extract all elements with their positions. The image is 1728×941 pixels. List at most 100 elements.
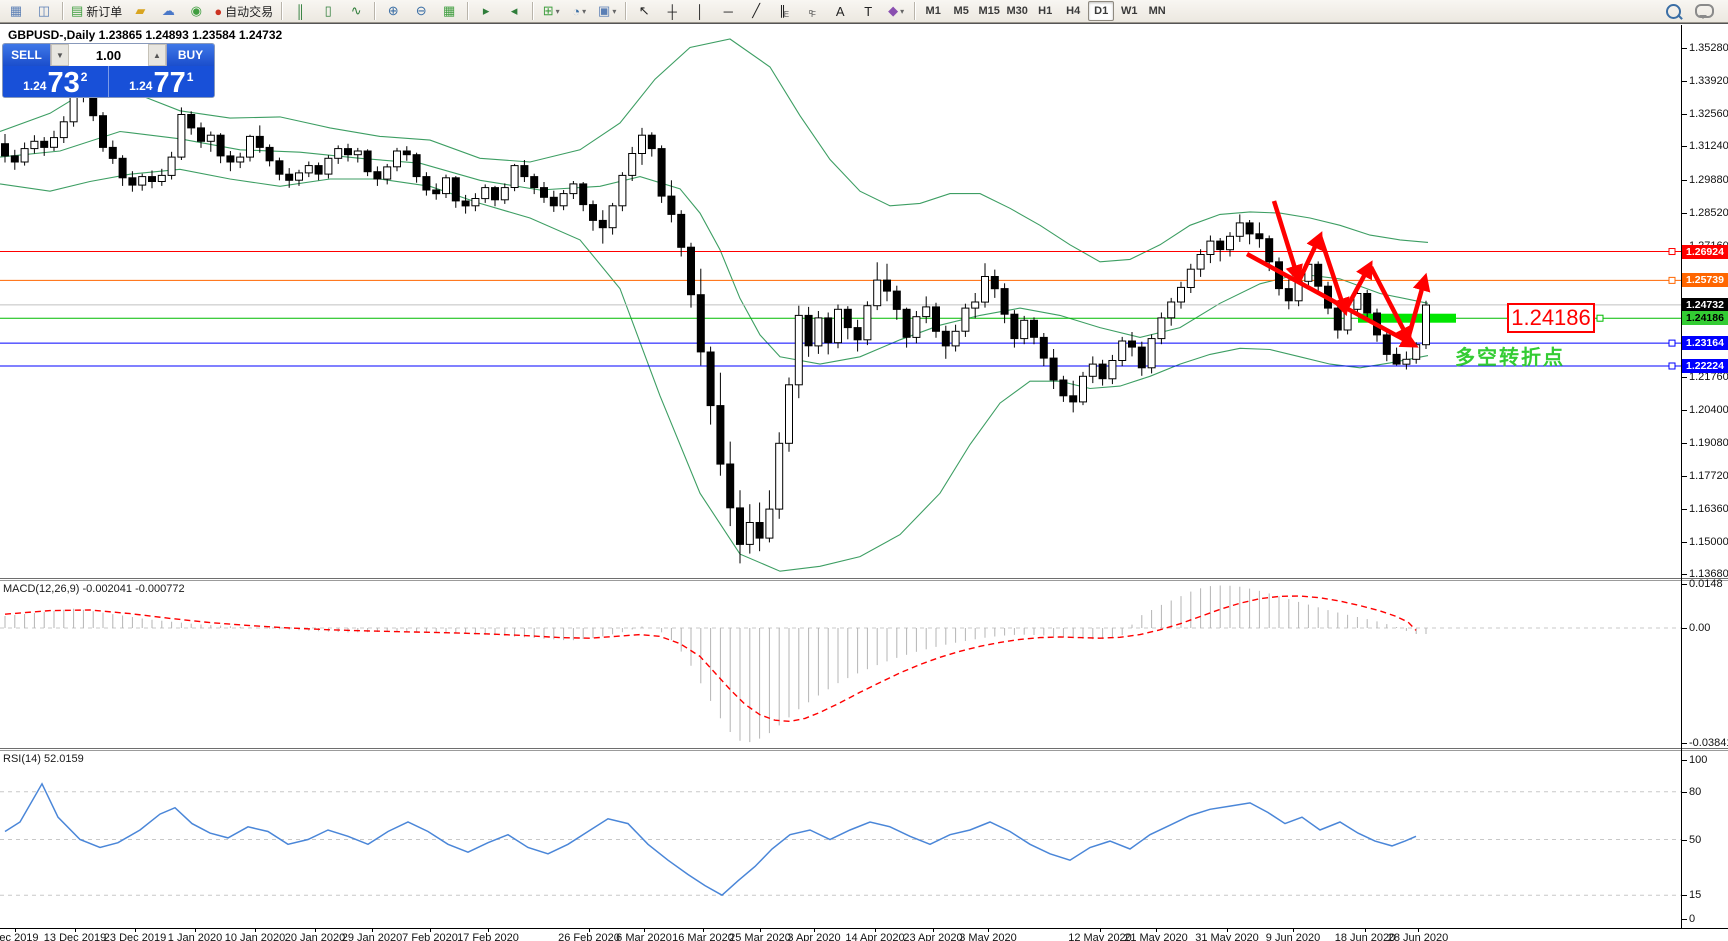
x-axis-label: 3 May 2020 bbox=[959, 932, 1017, 941]
volume-input[interactable]: 1.00 bbox=[69, 44, 148, 66]
x-axis-label: 29 Jan 2020 bbox=[341, 932, 403, 941]
price-annotation-box[interactable]: 1.24186 bbox=[1507, 303, 1595, 333]
x-axis-label: 25 Mar 2020 bbox=[729, 932, 791, 941]
chart-shift-button[interactable]: ◂ bbox=[501, 0, 527, 22]
new-order-button[interactable]: ▤ 新订单 bbox=[68, 0, 125, 22]
indicators-button[interactable]: ⊞ ▾ bbox=[538, 0, 564, 22]
hline-marker[interactable] bbox=[1596, 314, 1604, 322]
candle-body bbox=[412, 154, 421, 178]
candle-body bbox=[530, 176, 539, 189]
x-axis-tick bbox=[255, 928, 256, 932]
turning-point-label[interactable]: 多空转折点 bbox=[1455, 341, 1565, 370]
timeframe-mn[interactable]: MN bbox=[1144, 1, 1170, 21]
bar-chart-mode-button[interactable]: ║ bbox=[287, 0, 313, 22]
community-button[interactable]: ☁ bbox=[155, 0, 181, 22]
x-axis-label: 21 May 2020 bbox=[1124, 932, 1188, 941]
candle-body bbox=[1422, 304, 1430, 346]
periods-dropdown-icon[interactable]: ▾ bbox=[582, 7, 586, 16]
sell-price[interactable]: 1.24 73 2 bbox=[3, 66, 109, 97]
rsi-axis-tick: 15 bbox=[1681, 889, 1702, 902]
autotrading-button[interactable]: ● 自动交易 bbox=[211, 0, 276, 22]
candle-body bbox=[197, 127, 205, 142]
buy-price[interactable]: 1.24 77 1 bbox=[109, 66, 215, 98]
search-icon[interactable] bbox=[1666, 3, 1681, 19]
zoom-in-button[interactable]: ⊕ bbox=[380, 0, 406, 22]
line-chart-mode-button[interactable]: ∿ bbox=[343, 0, 369, 22]
sell-button[interactable]: SELL bbox=[3, 44, 50, 66]
candle-body bbox=[432, 189, 441, 195]
arrows-tool-button[interactable]: ◆ ▾ bbox=[883, 0, 909, 22]
hline-marker[interactable] bbox=[1668, 248, 1676, 256]
price-chart-canvas[interactable] bbox=[0, 25, 1681, 578]
candle-body bbox=[1284, 288, 1293, 302]
arrows-tool-dropdown-icon[interactable]: ▾ bbox=[900, 7, 904, 16]
timeframe-m1[interactable]: M1 bbox=[920, 1, 946, 21]
rsi-axis-tick: 50 bbox=[1681, 833, 1702, 846]
timeframe-m15[interactable]: M15 bbox=[976, 1, 1002, 21]
zoom-in-icon: ⊕ bbox=[387, 3, 399, 18]
x-axis-tick bbox=[933, 928, 934, 932]
volume-increase-button[interactable]: ▲ bbox=[148, 44, 166, 66]
chat-icon[interactable] bbox=[1695, 4, 1714, 19]
text-label-tool-button[interactable]: T bbox=[855, 0, 881, 22]
candle-body bbox=[618, 174, 627, 207]
rsi-canvas[interactable] bbox=[0, 752, 1681, 928]
candle-body bbox=[1098, 363, 1107, 380]
periods-button[interactable]: ◔ ▾ bbox=[566, 0, 592, 22]
candle-body bbox=[647, 134, 656, 150]
new-order-icon: ▤ bbox=[71, 3, 84, 18]
bar-chart-mode-icon: ║ bbox=[295, 3, 305, 19]
candle-body bbox=[1059, 379, 1068, 397]
trendline-tool-button[interactable]: ╱ bbox=[743, 0, 769, 22]
vertical-line-tool-button[interactable]: │ bbox=[687, 0, 713, 22]
buy-price-big: 77 bbox=[153, 67, 186, 98]
timeframe-h1[interactable]: H1 bbox=[1032, 1, 1058, 21]
x-axis-tick bbox=[1227, 928, 1228, 932]
timeframe-d1[interactable]: D1 bbox=[1088, 1, 1115, 21]
candle-body bbox=[1363, 293, 1372, 314]
candle-body bbox=[1314, 263, 1323, 287]
candle-body bbox=[40, 140, 49, 148]
new-chart-button[interactable]: ▦ bbox=[3, 0, 29, 22]
hline-marker[interactable] bbox=[1668, 362, 1676, 370]
horizontal-line-tool-button[interactable]: ─ bbox=[715, 0, 741, 22]
panel-separator[interactable] bbox=[0, 748, 1728, 749]
templates-button[interactable]: ▣ ▾ bbox=[594, 0, 620, 22]
signals-button[interactable]: ◉ bbox=[183, 0, 209, 22]
market-history-button[interactable]: ▰ bbox=[127, 0, 153, 22]
equidistant-channel-tool-button[interactable]: ∥ E bbox=[771, 0, 797, 22]
chart-window[interactable]: GBPUSD-,Daily 1.23865 1.24893 1.23584 1.… bbox=[0, 23, 1728, 941]
timeframe-w1[interactable]: W1 bbox=[1116, 1, 1142, 21]
candle-body bbox=[30, 140, 39, 150]
candle-body bbox=[814, 317, 823, 347]
candle-body bbox=[157, 174, 166, 182]
macd-axis-tick: 0.00 bbox=[1681, 622, 1711, 634]
candle-body bbox=[118, 157, 127, 179]
candle-body bbox=[834, 308, 842, 344]
candle-body bbox=[1235, 222, 1244, 237]
zoom-out-button[interactable]: ⊖ bbox=[408, 0, 434, 22]
indicators-dropdown-icon[interactable]: ▾ bbox=[556, 7, 560, 16]
timeframe-h4[interactable]: H4 bbox=[1060, 1, 1086, 21]
cursor-button[interactable]: ↖ bbox=[631, 0, 657, 22]
volume-decrease-button[interactable]: ▼ bbox=[51, 44, 69, 66]
macd-canvas[interactable] bbox=[0, 582, 1681, 748]
timeframe-m5[interactable]: M5 bbox=[948, 1, 974, 21]
timeframe-m30[interactable]: M30 bbox=[1004, 1, 1030, 21]
hline-marker[interactable] bbox=[1668, 276, 1676, 284]
trendline-tool-icon: ╱ bbox=[752, 3, 761, 18]
crosshair-button[interactable]: ┼ bbox=[659, 0, 685, 22]
candle-body bbox=[1010, 313, 1019, 340]
auto-scroll-button[interactable]: ▸ bbox=[473, 0, 499, 22]
y-axis-tick: 1.35280 bbox=[1682, 41, 1728, 54]
candle-body bbox=[1216, 240, 1225, 251]
fibonacci-tool-button[interactable]: ▫ F bbox=[799, 0, 825, 22]
panel-separator[interactable] bbox=[0, 578, 1728, 579]
buy-button[interactable]: BUY bbox=[167, 44, 214, 66]
candlestick-mode-button[interactable]: ▯ bbox=[315, 0, 341, 22]
tile-windows-button[interactable]: ▦ bbox=[436, 0, 462, 22]
chart-profiles-button[interactable]: ◫ bbox=[31, 0, 57, 22]
text-tool-button[interactable]: A bbox=[827, 0, 853, 22]
templates-dropdown-icon[interactable]: ▾ bbox=[612, 7, 616, 16]
hline-marker[interactable] bbox=[1668, 339, 1676, 347]
